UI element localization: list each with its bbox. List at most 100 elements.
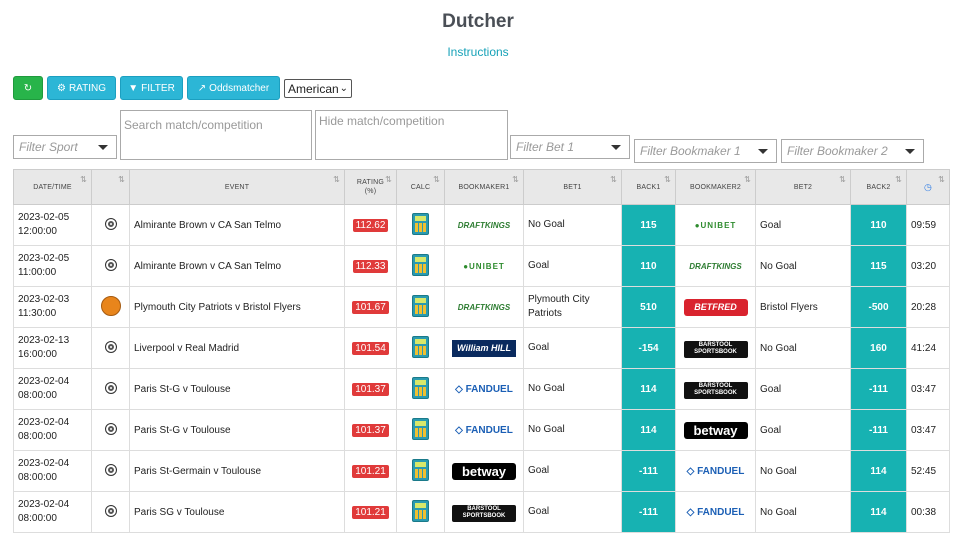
col-header-bet1[interactable]: BET1 ⇅ <box>523 169 622 205</box>
date-text: 2023-02-03 <box>18 294 70 305</box>
table-row: 2023-02-03 11:30:00 Plymouth City Patriots… <box>13 286 950 328</box>
oddsmatcher-button[interactable]: ↗ Oddsmatcher <box>187 76 280 100</box>
back1-cell: 115 <box>621 204 676 246</box>
calc-cell[interactable] <box>396 327 445 369</box>
back2-cell: 114 <box>850 450 907 492</box>
filter-bookmaker2-placeholder: Filter Bookmaker 2 <box>787 144 888 158</box>
sort-icon: ⇅ <box>512 175 519 184</box>
filter-bookmaker1-select[interactable]: Filter Bookmaker 1 <box>634 139 777 163</box>
col-header-clock[interactable]: ◷ ⇅ <box>906 169 950 205</box>
clock-cell: 09:59 <box>906 204 950 246</box>
calculator-icon[interactable] <box>412 376 429 399</box>
event-cell: Paris St-G v Toulouse <box>129 368 345 410</box>
bookmaker1-cell: DRAFTKINGS <box>444 286 524 328</box>
rating-cell: 101.21 <box>344 450 397 492</box>
col-header-sport[interactable]: ⇅ <box>91 169 130 205</box>
rating-badge: 101.67 <box>352 300 389 314</box>
col-header-date[interactable]: DATE/TIME ⇅ <box>13 169 92 205</box>
header-label: EVENT <box>224 183 250 191</box>
back2-cell: 160 <box>850 327 907 369</box>
soccer-ball-icon <box>104 381 117 394</box>
bet2-cell: No Goal <box>755 245 851 287</box>
back2-cell: -111 <box>850 368 907 410</box>
filter-button[interactable]: ▼ FILTER <box>120 76 183 100</box>
rating-button[interactable]: ⚙ RATING <box>47 76 116 100</box>
col-header-rating[interactable]: RATING (%) ⇅ <box>344 169 397 205</box>
bookmaker1-cell: ◇ FANDUEL <box>444 368 524 410</box>
col-header-calc[interactable]: CALC ⇅ <box>396 169 445 205</box>
sport-cell <box>91 368 130 410</box>
sport-cell <box>91 245 130 287</box>
time-text: 11:00:00 <box>18 267 57 278</box>
bookmaker2-cell: ◇ FANDUEL <box>675 491 756 533</box>
external-link-icon: ↗ <box>197 82 207 94</box>
calc-cell[interactable] <box>396 204 445 246</box>
dropdown-arrow-icon <box>758 149 768 154</box>
date-text: 2023-02-13 <box>18 335 70 346</box>
date-text: 2023-02-05 <box>18 253 70 264</box>
calc-cell[interactable] <box>396 245 445 287</box>
calculator-icon[interactable] <box>412 335 429 358</box>
bet1-cell: Goal <box>523 491 622 533</box>
rating-badge: 112.33 <box>352 259 389 273</box>
rating-badge: 112.62 <box>352 218 389 232</box>
sport-cell <box>91 204 130 246</box>
odds-format-select[interactable]: American ⌄ <box>284 79 352 98</box>
calc-cell[interactable] <box>396 368 445 410</box>
header-label: CALC <box>410 183 431 191</box>
date-text: 2023-02-04 <box>18 417 70 428</box>
soccer-ball-icon <box>104 340 117 353</box>
bookmaker1-logo: ◇ FANDUEL <box>452 380 516 398</box>
calc-cell[interactable] <box>396 450 445 492</box>
sport-cell <box>91 327 130 369</box>
date-cell: 2023-02-13 16:00:00 <box>13 327 92 369</box>
col-header-bet2[interactable]: BET2 ⇅ <box>755 169 851 205</box>
calculator-icon[interactable] <box>412 499 429 522</box>
back2-cell: 115 <box>850 245 907 287</box>
bookmaker1-cell: ●UNIBET <box>444 245 524 287</box>
bookmaker1-logo: DRAFTKINGS <box>452 216 516 234</box>
table-row: 2023-02-05 12:00:00 Almirante Brown v CA S… <box>13 204 950 246</box>
sort-icon: ⇅ <box>80 175 87 184</box>
filter-bookmaker2-select[interactable]: Filter Bookmaker 2 <box>781 139 924 163</box>
calculator-icon[interactable] <box>412 212 429 235</box>
dutcher-table: DATE/TIME ⇅ ⇅ EVENT ⇅ RATING (%) ⇅ CALC ⇅ BO… <box>13 169 950 533</box>
hide-match-placeholder: Hide match/competition <box>319 114 445 128</box>
sport-cell <box>91 409 130 451</box>
calc-cell[interactable] <box>396 491 445 533</box>
sort-icon: ⇅ <box>610 175 617 184</box>
col-header-back1[interactable]: BACK1 ⇅ <box>621 169 676 205</box>
bookmaker2-logo: ◇ FANDUEL <box>683 503 748 521</box>
bookmaker2-logo: ●UNIBET <box>683 216 748 234</box>
col-header-bookmaker1[interactable]: BOOKMAKER1 ⇅ <box>444 169 524 205</box>
bet2-cell: No Goal <box>755 491 851 533</box>
col-header-back2[interactable]: BACK2 ⇅ <box>850 169 907 205</box>
time-text: 08:00:00 <box>18 390 57 401</box>
rating-cell: 112.33 <box>344 245 397 287</box>
back1-cell: 114 <box>621 409 676 451</box>
bookmaker2-logo: BETFRED <box>683 298 748 316</box>
hide-match-input[interactable]: Hide match/competition <box>315 110 508 160</box>
calc-cell[interactable] <box>396 286 445 328</box>
header-label: DATE/TIME <box>33 183 72 191</box>
col-header-event[interactable]: EVENT ⇅ <box>129 169 345 205</box>
bookmaker2-cell: betway <box>675 409 756 451</box>
filter-bet1-select[interactable]: Filter Bet 1 <box>510 135 630 159</box>
search-match-input[interactable]: Search match/competition <box>120 110 312 160</box>
dropdown-arrow-icon <box>611 145 621 150</box>
event-cell: Paris St-Germain v Toulouse <box>129 450 345 492</box>
date-cell: 2023-02-03 11:30:00 <box>13 286 92 328</box>
col-header-bookmaker2[interactable]: BOOKMAKER2 ⇅ <box>675 169 756 205</box>
calc-cell[interactable] <box>396 409 445 451</box>
table-row: 2023-02-05 11:00:00 Almirante Brown v CA S… <box>13 245 950 287</box>
calculator-icon[interactable] <box>412 417 429 440</box>
calculator-icon[interactable] <box>412 253 429 276</box>
calculator-icon[interactable] <box>412 294 429 317</box>
bookmaker2-logo: DRAFTKINGS <box>683 257 748 275</box>
bet2-cell: Bristol Flyers <box>755 286 851 328</box>
filter-sport-select[interactable]: Filter Sport <box>13 135 117 159</box>
sport-cell <box>91 286 130 328</box>
calculator-icon[interactable] <box>412 458 429 481</box>
instructions-link[interactable]: Instructions <box>0 45 956 59</box>
refresh-button[interactable]: ↻ <box>13 76 43 100</box>
